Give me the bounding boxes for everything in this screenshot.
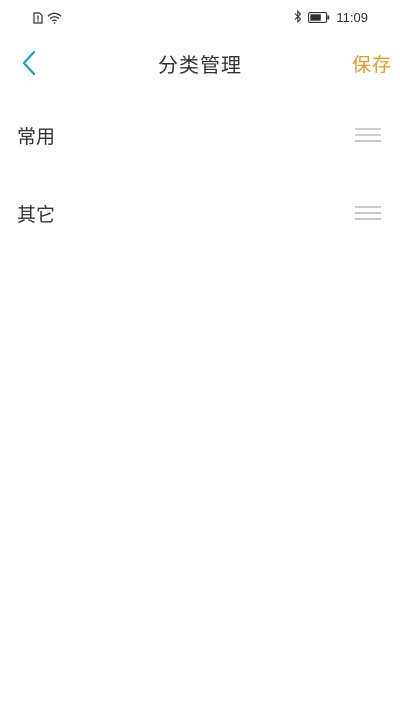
wifi-icon: [47, 9, 62, 28]
save-button[interactable]: 保存: [352, 52, 392, 78]
category-item-other[interactable]: 其它: [0, 176, 400, 254]
status-left-icons: [33, 9, 62, 28]
category-label: 其它: [17, 204, 56, 226]
category-list: 常用 其它: [0, 98, 400, 254]
header-bar: 分类管理 保存: [0, 40, 400, 90]
bluetooth-icon: [294, 8, 302, 27]
category-item-common[interactable]: 常用: [0, 98, 400, 176]
page-title: 分类管理: [158, 53, 242, 77]
drag-handle-icon[interactable]: [355, 206, 381, 222]
status-bar: 11:09: [0, 0, 400, 32]
battery-icon: [308, 8, 330, 27]
sim-alert-icon: [33, 9, 43, 28]
drag-handle-icon[interactable]: [355, 128, 381, 144]
status-right-icons: 11:09: [294, 8, 368, 27]
status-time: 11:09: [336, 9, 368, 25]
category-label: 常用: [17, 126, 56, 148]
